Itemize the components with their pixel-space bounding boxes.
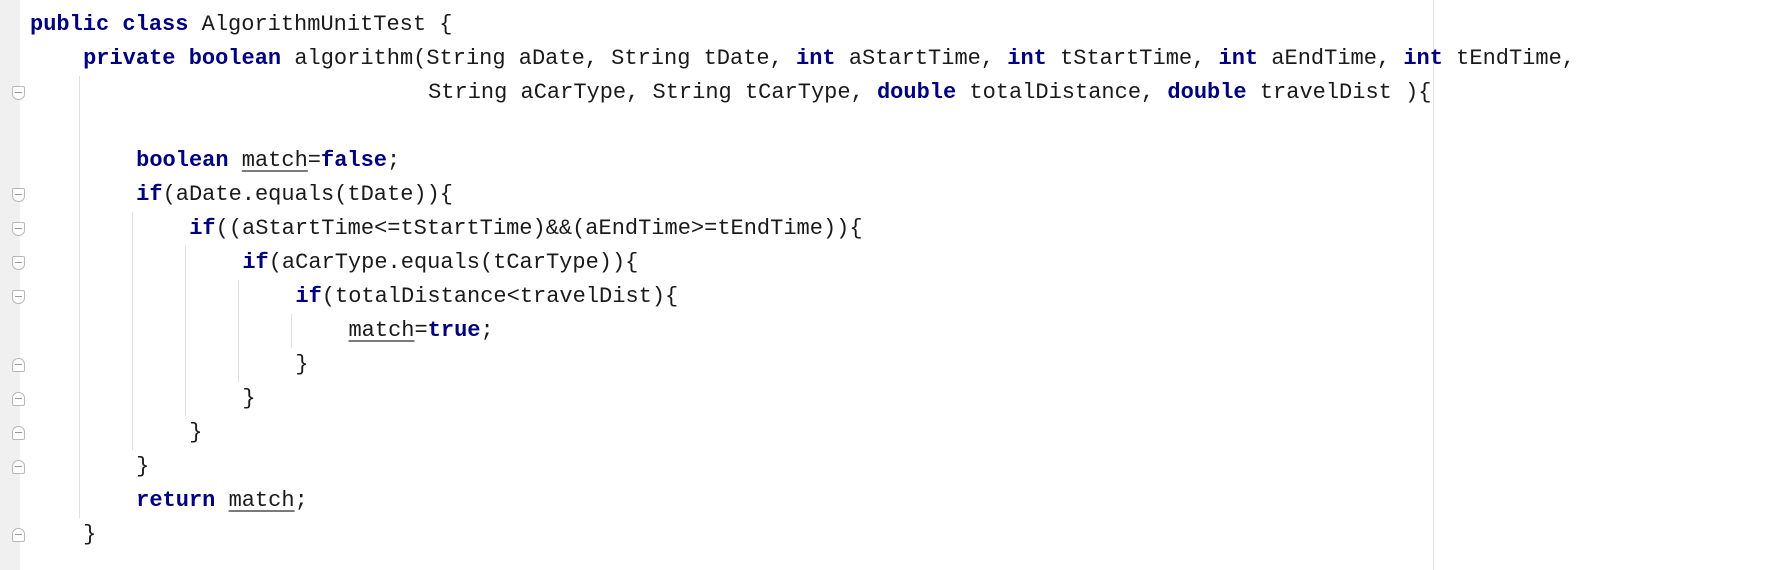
keyword-token: int [1007,46,1047,71]
code-token: } [189,420,203,445]
code-token: tEndTime, [1442,46,1575,71]
keyword-token: boolean [136,148,229,173]
code-line[interactable]: } [83,518,96,552]
indent-guide-line [238,280,240,382]
fold-collapse-icon[interactable] [12,256,25,270]
keyword-token: boolean [188,46,282,71]
keyword-token: if [189,216,216,241]
keyword-token: if [136,182,163,207]
variable-token: match [228,488,295,513]
keyword-token: private [83,46,176,71]
code-line[interactable]: String aCarType, String tCarType, double… [428,76,1431,110]
code-token: AlgorithmUnitTest { [188,12,453,37]
keyword-token: if [242,250,269,275]
indent-guide-line [185,246,187,416]
code-token: ; [387,148,401,173]
code-token: } [242,386,256,411]
code-line[interactable]: if((aStartTime<=tStartTime)&&(aEndTime>=… [189,212,862,246]
keyword-token: if [295,284,322,309]
code-token: ; [294,488,308,513]
fold-collapse-icon[interactable] [12,290,25,304]
code-line[interactable]: return match; [136,484,308,518]
code-token: (aCarType.equals(tCarType)){ [268,250,639,275]
right-margin-guide [1433,0,1434,570]
code-line[interactable]: private boolean algorithm(String aDate, … [83,42,1575,76]
fold-end-icon[interactable] [12,426,25,440]
code-token: ((aStartTime<=tStartTime)&&(aEndTime>=tE… [215,216,863,241]
code-token: String aCarType, String tCarType, [428,80,877,105]
indent-guide-line [79,76,81,518]
code-editor[interactable]: public class AlgorithmUnitTest {private … [0,0,1769,570]
code-line[interactable]: match=true; [348,314,493,348]
code-token: totalDistance, [956,80,1168,105]
code-line[interactable]: if(totalDistance<travelDist){ [295,280,678,314]
indent-guide-line [132,212,134,450]
code-line[interactable]: if(aCarType.equals(tCarType)){ [242,246,638,280]
variable-token: match [241,148,308,173]
keyword-token: double [1167,80,1247,105]
code-line[interactable]: if(aDate.equals(tDate)){ [136,178,453,212]
code-token: = [307,148,321,173]
code-token: } [295,352,309,377]
code-token: travelDist ){ [1246,80,1432,105]
keyword-token: class [122,12,189,37]
keyword-token: return [136,488,216,513]
editor-gutter [0,0,25,570]
keyword-token: false [321,148,388,173]
code-line[interactable]: public class AlgorithmUnitTest { [30,8,452,42]
keyword-token: int [796,46,836,71]
code-token: ; [480,318,494,343]
fold-end-icon[interactable] [12,392,25,406]
code-token: (totalDistance<travelDist){ [321,284,679,309]
keyword-token: double [876,80,957,105]
fold-collapse-icon[interactable] [12,222,25,236]
code-token: = [414,318,428,343]
fold-collapse-icon[interactable] [12,86,25,100]
code-token: aStartTime, [835,46,1008,71]
keyword-token: int [1403,46,1443,71]
code-line[interactable]: boolean match=false; [136,144,400,178]
code-line[interactable]: } [242,382,255,416]
code-token: aEndTime, [1258,46,1404,71]
code-line[interactable]: } [295,348,308,382]
variable-token: match [348,318,415,343]
code-token: algorithm(String aDate, String tDate, [281,46,797,71]
keyword-token: int [1218,46,1259,71]
keyword-token: true [427,318,481,343]
code-token: (aDate.equals(tDate)){ [162,182,454,207]
keyword-token: public [30,12,110,37]
code-token: } [136,454,150,479]
code-token: tStartTime, [1046,46,1219,71]
fold-end-icon[interactable] [12,358,25,372]
fold-collapse-icon[interactable] [12,188,25,202]
fold-end-icon[interactable] [12,460,25,474]
code-line[interactable]: } [189,416,202,450]
code-token: } [83,522,97,547]
code-line[interactable]: } [136,450,149,484]
indent-guide-line [291,314,293,348]
fold-end-icon[interactable] [12,528,25,542]
